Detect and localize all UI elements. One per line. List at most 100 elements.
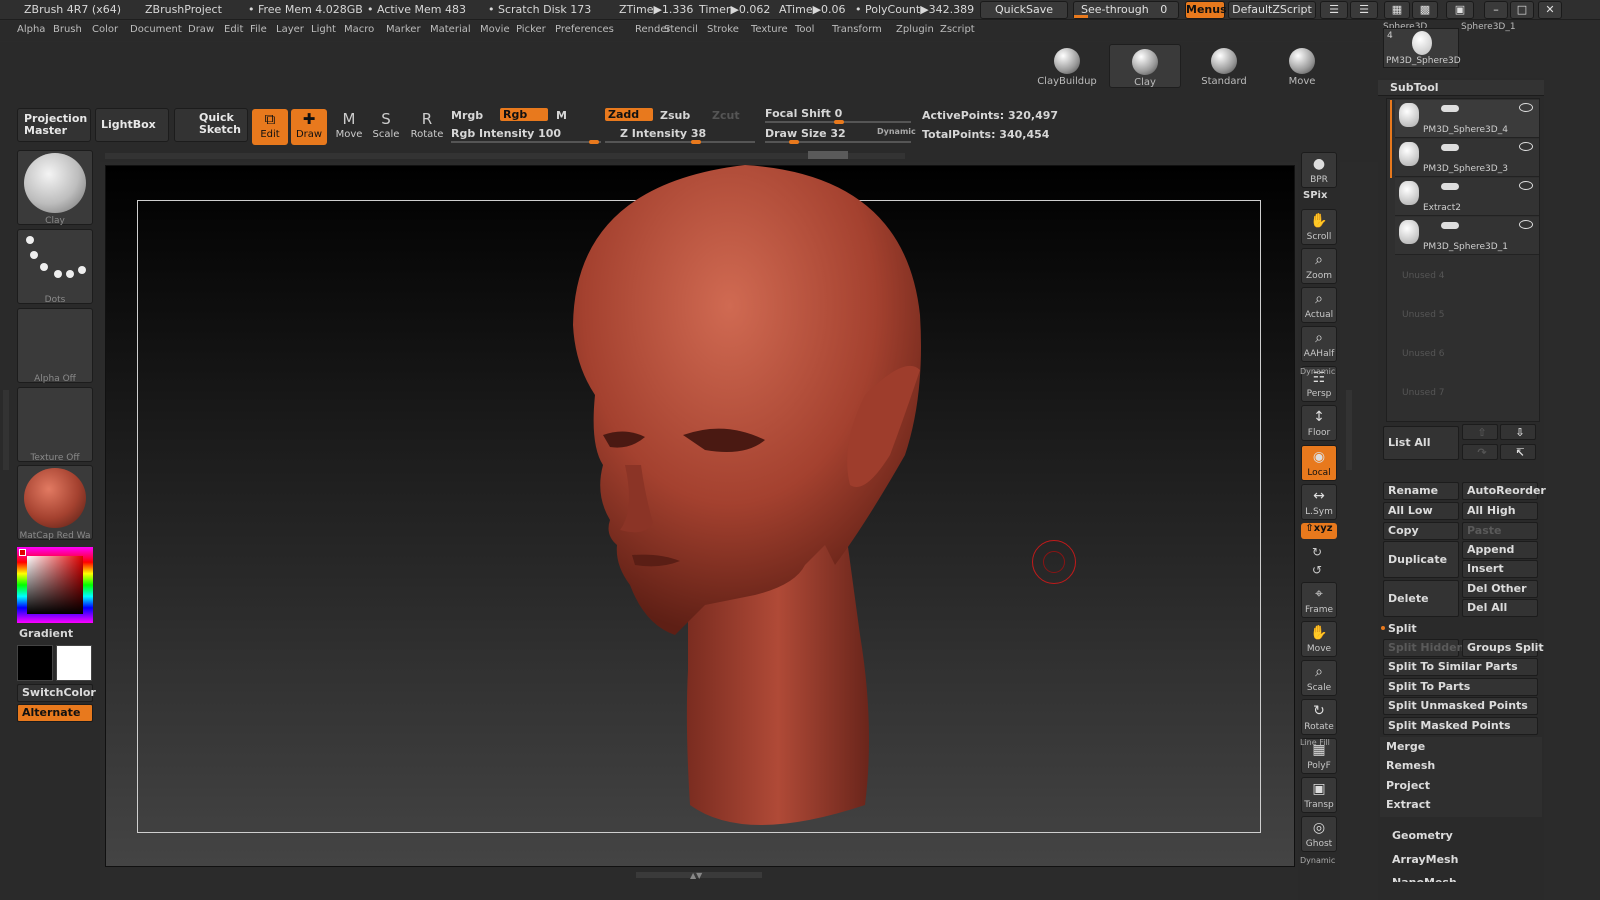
maximize-icon[interactable]: □ [1510,1,1534,19]
sculpted-head-model[interactable] [105,165,1295,867]
subtool-header[interactable]: SubTool [1378,80,1544,96]
quick-sketch-button[interactable]: Quick Sketch [174,108,248,142]
split-section-header[interactable]: Split [1388,622,1417,635]
rotate-z-icon[interactable]: ↺ [1312,563,1322,577]
rotate-y-icon[interactable]: ↻ [1312,545,1322,559]
move-tool-button[interactable]: M Move [331,109,367,145]
move-up-fast-icon[interactable]: ↷ [1462,444,1498,460]
secondary-color-swatch[interactable] [17,645,53,681]
z-intensity-knob[interactable] [691,140,701,144]
zsub-toggle[interactable]: Zsub [660,109,690,122]
spix-label[interactable]: SPix [1303,190,1327,201]
project-section-header[interactable]: Project [1386,779,1430,792]
z-intensity-slider[interactable]: Z Intensity 38 [620,127,706,140]
material-thumbnail[interactable]: MatCap Red Wa [17,465,93,541]
move-down-fast-icon[interactable]: ↸ [1500,444,1536,460]
menu-zscript[interactable]: Zscript [940,24,975,35]
extract-section-header[interactable]: Extract [1386,798,1431,811]
rgb-toggle[interactable]: Rgb [500,108,548,121]
lock-icon[interactable]: ▣ [1446,1,1474,19]
subtool-item[interactable]: PM3D_Sphere3D_4 [1395,100,1539,138]
menu-draw[interactable]: Draw [188,24,214,35]
view-rotate-button[interactable]: ↻ Rotate [1301,699,1337,735]
draw-size-slider[interactable]: Draw Size 32 [765,127,846,140]
visibility-eye-icon[interactable] [1519,181,1533,190]
draw-button[interactable]: ✚ Draw [291,109,327,145]
lightbox-button[interactable]: LightBox [95,108,169,142]
xyz-symmetry-button[interactable]: ⇧xyz [1301,523,1337,539]
view-transp-button[interactable]: ▣ Transp [1301,777,1337,813]
remesh-section-header[interactable]: Remesh [1386,759,1435,772]
menu-color[interactable]: Color [92,24,118,35]
left-scroll-bar[interactable] [3,390,9,470]
view-floor-button[interactable]: ↕ Floor [1301,405,1337,441]
copy-button[interactable]: Copy [1383,522,1459,540]
focal-shift-slider[interactable]: Focal Shift 0 [765,107,842,120]
menu-tool[interactable]: Tool [795,24,814,35]
delete-button[interactable]: Delete [1383,580,1459,617]
subtool-toggle-icon[interactable] [1441,144,1459,151]
del-other-button[interactable]: Del Other [1462,580,1538,598]
insert-button[interactable]: Insert [1462,560,1538,578]
menu-brush[interactable]: Brush [53,24,82,35]
switch-color-button[interactable]: SwitchColor [17,684,96,702]
brush-move-button[interactable]: Move [1266,44,1338,88]
split-similar-parts-button[interactable]: Split To Similar Parts [1383,658,1538,676]
all-high-button[interactable]: All High [1462,502,1538,520]
groups-split-button[interactable]: Groups Split [1462,639,1544,657]
subtool-item[interactable]: PM3D_Sphere3D_3 [1395,139,1539,177]
scroll-left-icon[interactable]: ☰ [1320,1,1348,19]
menu-picker[interactable]: Picker [516,24,546,35]
split-hidden-button[interactable]: Split Hidden [1383,639,1464,657]
dynamic-toggle[interactable]: Dynamic [877,127,916,136]
rename-button[interactable]: Rename [1383,482,1459,500]
split-masked-button[interactable]: Split Masked Points [1383,717,1538,735]
view-scroll-button[interactable]: ✋ Scroll [1301,209,1337,245]
menu-document[interactable]: Document [130,24,182,35]
gradient-label[interactable]: Gradient [19,627,73,640]
menu-transform[interactable]: Transform [832,24,882,35]
move-down-icon[interactable]: ⇩ [1500,424,1536,440]
view-scale-button[interactable]: ⌕ Scale [1301,660,1337,696]
texture-thumbnail[interactable]: Texture Off [17,387,93,463]
mrgb-toggle[interactable]: Mrgb [451,109,483,122]
scroll-right-icon[interactable]: ☰ [1350,1,1378,19]
menu-preferences[interactable]: Preferences [555,24,614,35]
subtool-item[interactable]: PM3D_Sphere3D_1 [1395,217,1539,255]
menu-file[interactable]: File [250,24,267,35]
visibility-eye-icon[interactable] [1519,142,1533,151]
rgb-intensity-knob[interactable] [589,140,599,144]
bottom-tray-arrow-icon[interactable]: ▲▼ [690,871,702,880]
focal-shift-knob[interactable] [834,120,844,124]
minimize-icon[interactable]: – [1484,1,1508,19]
menu-layer[interactable]: Layer [276,24,304,35]
menu-alpha[interactable]: Alpha [17,24,45,35]
subtool-item[interactable]: Extract2 [1395,178,1539,216]
color-picker-square[interactable] [27,556,83,614]
projection-master-button[interactable]: Projection Master [17,108,91,142]
edit-button[interactable]: ⧉ Edit [252,109,288,145]
menu-stroke[interactable]: Stroke [707,24,739,35]
view-lsym-button[interactable]: ↔ L.Sym [1301,484,1337,520]
brush-claybuildup-button[interactable]: ClayBuildup [1031,44,1103,88]
list-all-button[interactable]: List All [1383,426,1459,460]
tool-thumb-sphere3d-1[interactable]: Sphere3D_1 [1461,22,1541,34]
view-actual-button[interactable]: ⌕ Actual [1301,287,1337,323]
nanomesh-menu[interactable]: NanoMesh [1392,876,1457,882]
alpha-thumbnail[interactable]: Alpha Off [17,308,93,384]
geometry-menu[interactable]: Geometry [1392,829,1453,842]
see-through-slider[interactable]: See-through 0 [1073,1,1179,19]
window-layout-icon[interactable]: ▦ [1384,1,1410,19]
merge-section-header[interactable]: Merge [1386,740,1425,753]
view-bpr-button[interactable]: ● BPR [1301,152,1337,188]
zcut-toggle[interactable]: Zcut [712,109,740,122]
draw-size-knob[interactable] [789,140,799,144]
m-toggle[interactable]: M [556,109,567,122]
view-zoom-button[interactable]: ⌕ Zoom [1301,248,1337,284]
tool-thumb-pm3d-sphere3d[interactable]: 4 PM3D_Sphere3D [1383,28,1461,68]
subtool-toggle-icon[interactable] [1441,222,1459,229]
move-up-icon[interactable]: ⇧ [1462,424,1498,440]
append-button[interactable]: Append [1462,541,1538,559]
menu-texture[interactable]: Texture [751,24,788,35]
view-move-button[interactable]: ✋ Move [1301,621,1337,657]
